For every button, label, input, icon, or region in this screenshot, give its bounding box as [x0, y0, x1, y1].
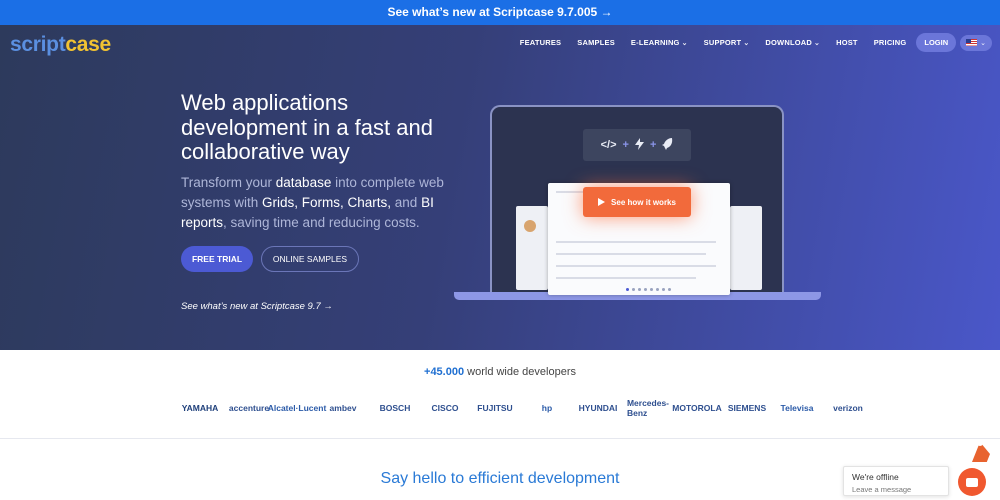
play-icon: [598, 198, 606, 206]
chat-leave-message: Leave a message: [852, 485, 912, 494]
chat-widget[interactable]: We're offline Leave a message: [843, 466, 949, 496]
feature-icons-box: </> + +: [583, 129, 691, 161]
chevron-down-icon: ⌄: [681, 39, 688, 47]
chevron-down-icon: ⌄: [980, 39, 986, 47]
screen-line: [556, 253, 706, 255]
developers-number: +45.000: [424, 366, 465, 378]
developers-count: +45.000 world wide developers: [0, 366, 1000, 378]
nav-pricing[interactable]: PRICING: [866, 38, 915, 47]
lightning-icon: [634, 137, 644, 153]
nav-download-label: DOWNLOAD: [765, 38, 812, 47]
screen-line: [556, 265, 716, 267]
hero-section: scriptcase FEATURES SAMPLES E-LEARNING ⌄ …: [0, 25, 1000, 350]
chat-icon: [966, 477, 978, 487]
carousel-dot[interactable]: [644, 288, 647, 291]
company-logo-ambev: ambev: [329, 403, 357, 413]
nav-samples[interactable]: SAMPLES: [569, 38, 623, 47]
nav-support-label: SUPPORT: [703, 38, 742, 47]
sub-text-1: Transform your: [181, 175, 276, 190]
santa-hat-icon: [970, 440, 990, 467]
plus-icon: +: [622, 139, 629, 151]
carousel-dot[interactable]: [650, 288, 653, 291]
company-logo-bosch: BOSCH: [379, 403, 411, 413]
section-divider: [0, 438, 1000, 439]
main-nav: FEATURES SAMPLES E-LEARNING ⌄ SUPPORT ⌄ DO…: [512, 33, 992, 52]
company-logo-mercedes-benz: Mercedes-Benz: [626, 398, 670, 418]
rocket-icon: [662, 137, 673, 153]
nav-features-label: FEATURES: [519, 38, 562, 47]
see-how-it-works-label: See how it works: [611, 197, 676, 207]
nav-e-learning-label: E-LEARNING: [630, 38, 680, 47]
nav-support[interactable]: SUPPORT ⌄: [696, 38, 758, 47]
chevron-down-icon: ⌄: [814, 39, 821, 47]
chat-status: We're offline: [852, 472, 899, 482]
online-samples-button[interactable]: ONLINE SAMPLES: [261, 246, 359, 272]
company-logos-row: YAMAHA accenture Alcatel·Lucent ambev BOSCH C…: [181, 393, 881, 423]
hero-headline: Web applications development in a fast a…: [181, 90, 433, 164]
company-logo-verizon: verizon: [833, 403, 863, 413]
logo-part-script: script: [10, 33, 66, 56]
carousel-dot[interactable]: [626, 288, 629, 291]
carousel-dot[interactable]: [632, 288, 635, 291]
see-how-it-works-button[interactable]: See how it works: [583, 187, 691, 217]
carousel-dot[interactable]: [656, 288, 659, 291]
company-logo-fujitsu: FUJITSU: [477, 403, 513, 413]
login-button[interactable]: LOGIN: [916, 33, 957, 52]
sub-text-4: , saving time and reducing costs.: [223, 215, 420, 230]
hero-subtitle: Transform your database into complete we…: [181, 173, 451, 233]
sub-bold-grids: Grids, Forms, Charts,: [262, 195, 392, 210]
whats-new-link[interactable]: See what’s new at Scriptcase 9.7 →: [181, 301, 333, 312]
company-logo-yamaha: YAMAHA: [181, 403, 219, 413]
nav-features[interactable]: FEATURES: [512, 38, 569, 47]
screen-panel-right: [730, 206, 762, 290]
carousel-dots: [626, 288, 671, 291]
nav-host[interactable]: HOST: [828, 38, 866, 47]
company-logo-hyundai: HYUNDAI: [578, 403, 618, 413]
company-logo-alcatel-lucent: Alcatel·Lucent: [267, 403, 327, 413]
nav-samples-label: SAMPLES: [577, 38, 615, 47]
company-logo-cisco: CISCO: [431, 403, 459, 413]
carousel-dot[interactable]: [668, 288, 671, 291]
scriptcase-logo[interactable]: scriptcase: [10, 33, 111, 57]
announcement-bar[interactable]: See what’s new at Scriptcase 9.7.005 →: [0, 0, 1000, 25]
free-trial-button[interactable]: FREE TRIAL: [181, 246, 253, 272]
carousel-dot[interactable]: [638, 288, 641, 291]
chat-button[interactable]: [958, 468, 986, 496]
screen-avatar: [524, 220, 536, 232]
company-logo-siemens: SIEMENS: [727, 403, 767, 413]
chevron-down-icon: ⌄: [743, 39, 750, 47]
company-logo-motorola: MOTOROLA: [672, 403, 722, 413]
company-logo-televisa: Televisa: [780, 403, 814, 413]
us-flag-icon: [966, 39, 978, 46]
screen-line: [556, 241, 716, 243]
screen-panel-left: [516, 206, 548, 290]
plus-icon: +: [649, 139, 657, 151]
screen-line: [556, 277, 696, 279]
logo-part-case: case: [65, 33, 111, 56]
company-logo-accenture: accenture: [228, 403, 270, 413]
sub-text-3: and: [391, 195, 422, 210]
nav-pricing-label: PRICING: [873, 38, 907, 47]
code-icon: </>: [600, 139, 617, 151]
company-logo-hp: hp: [541, 403, 553, 413]
carousel-dot[interactable]: [662, 288, 665, 291]
sub-bold-database: database: [275, 175, 332, 190]
nav-download[interactable]: DOWNLOAD ⌄: [757, 38, 828, 47]
developers-text: world wide developers: [464, 366, 576, 378]
language-selector[interactable]: ⌄: [960, 34, 992, 51]
nav-e-learning[interactable]: E-LEARNING ⌄: [623, 38, 696, 47]
nav-host-label: HOST: [836, 38, 858, 47]
